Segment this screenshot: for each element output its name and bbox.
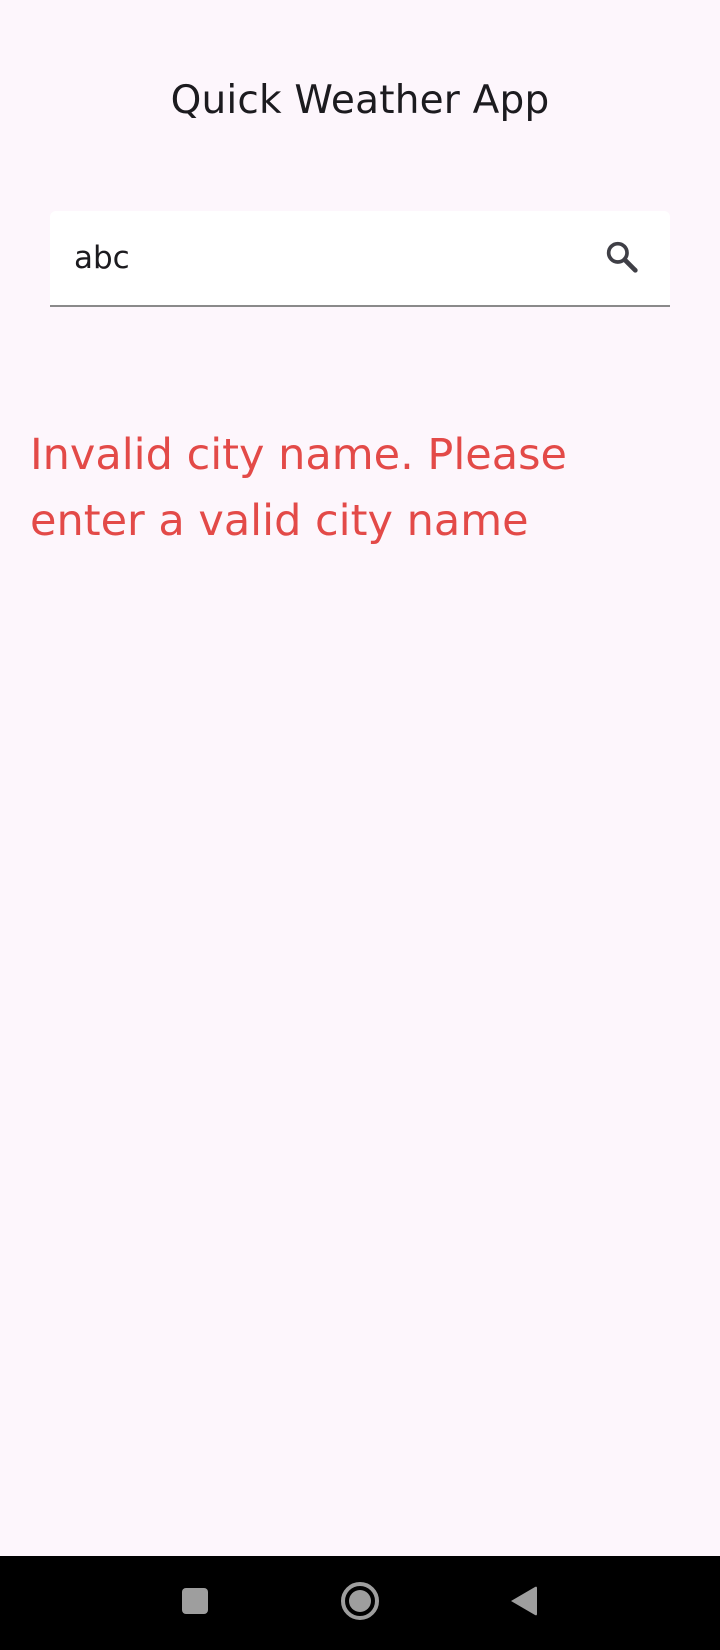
app-screen: Quick Weather App Invalid city name. Ple…	[0, 0, 720, 1556]
home-button[interactable]	[335, 1578, 385, 1628]
search-input[interactable]	[74, 229, 614, 287]
back-button[interactable]	[498, 1578, 548, 1628]
search-button[interactable]	[598, 235, 646, 283]
error-message: Invalid city name. Please enter a valid …	[30, 430, 567, 546]
square-icon	[180, 1586, 210, 1620]
system-navigation-bar	[0, 1556, 720, 1650]
circle-icon	[339, 1580, 381, 1626]
recents-button[interactable]	[170, 1578, 220, 1628]
page-title: Quick Weather App	[170, 78, 550, 123]
search-icon	[602, 237, 642, 281]
triangle-back-icon	[507, 1583, 539, 1623]
search-field[interactable]	[50, 211, 670, 307]
